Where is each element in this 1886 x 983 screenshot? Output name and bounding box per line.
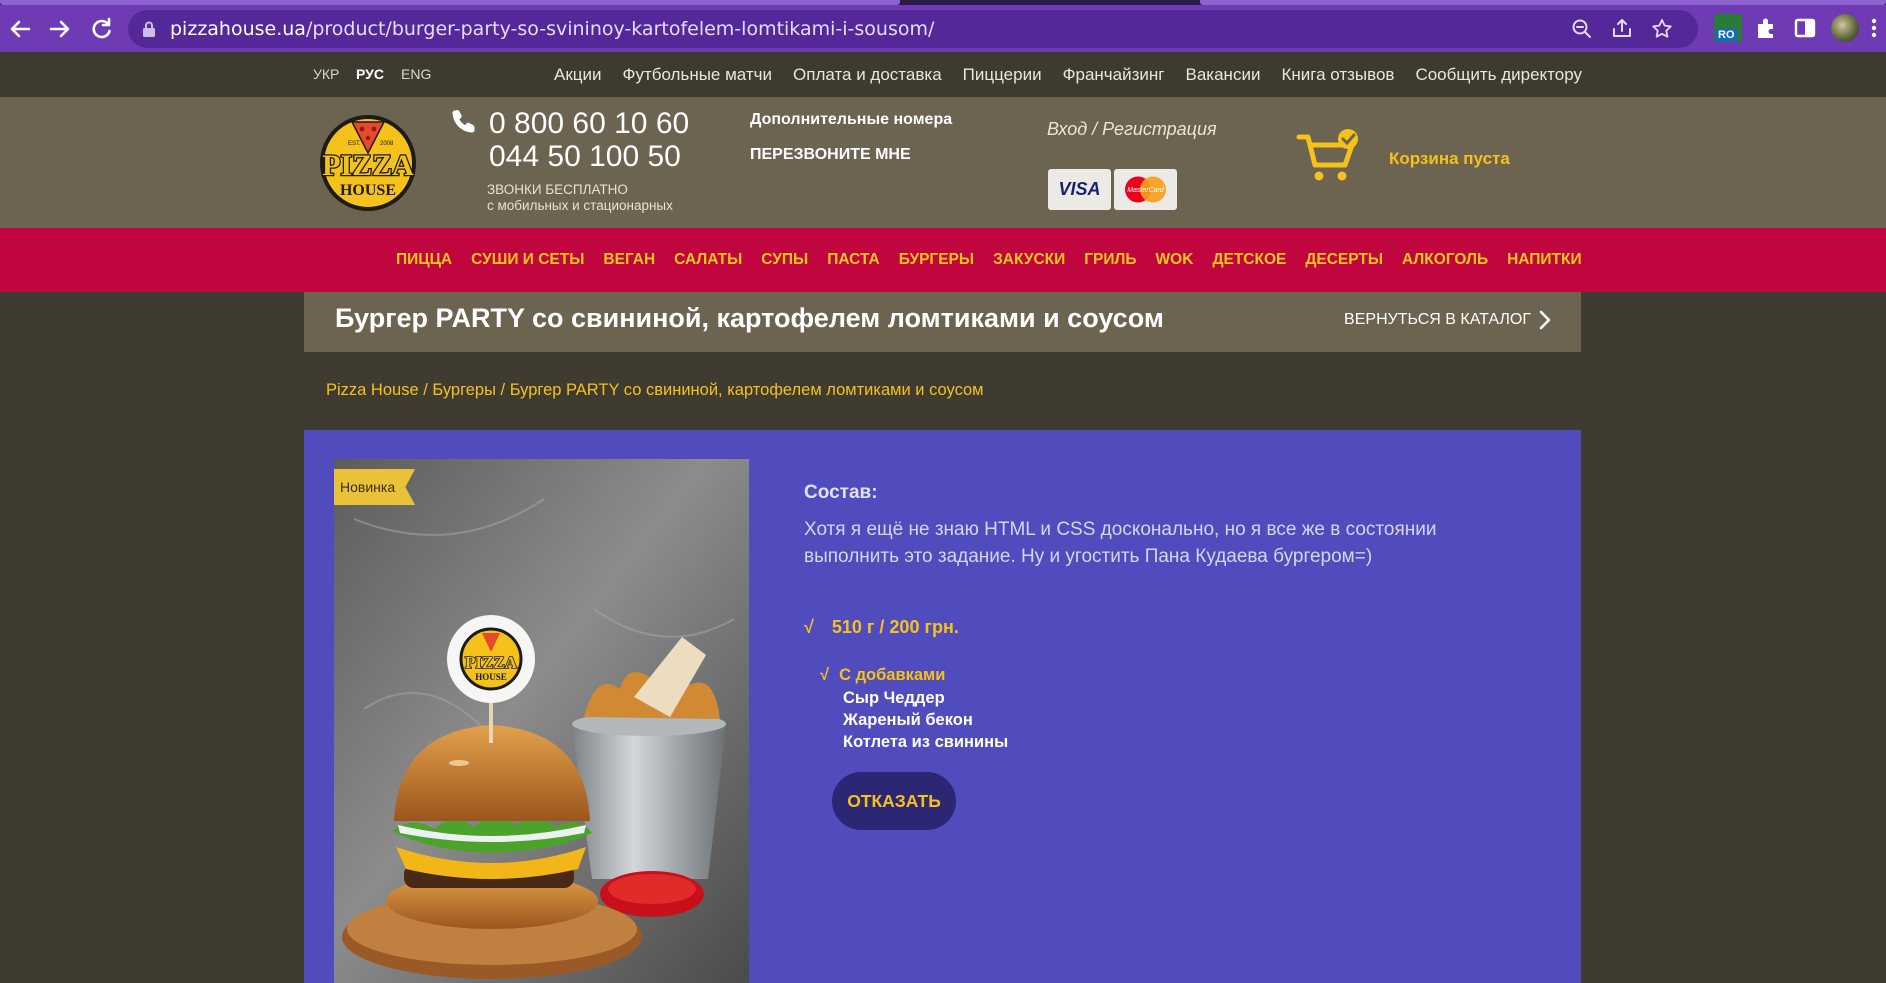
refuse-button[interactable]: ОТКАЗАТЬ — [832, 772, 956, 830]
product-description: Хотя я ещё не знаю HTML и CSS доскональн… — [804, 519, 1437, 567]
cart-icon[interactable] — [1296, 127, 1362, 185]
lang-ukr[interactable]: УКР — [313, 52, 339, 97]
svg-text:2008: 2008 — [380, 141, 394, 147]
top-utility-bar: УКР РУС ENG Акции Футбольные матчи Оплат… — [0, 52, 1886, 97]
cart-status[interactable]: Корзина пуста — [1389, 149, 1510, 169]
mastercard-icon: MasterCard — [1114, 169, 1177, 210]
site-header: EST. 2008 PIZZA HOUSE 0 800 60 10 60 044… — [0, 97, 1886, 228]
category-vegan[interactable]: ВЕГАН — [603, 228, 655, 292]
lang-rus[interactable]: РУС — [356, 52, 384, 97]
addons-title: С добавками — [839, 666, 946, 684]
phone-icon — [452, 110, 475, 133]
category-nav: ПИЦЦА СУШИ И СЕТЫ ВЕГАН САЛАТЫ СУПЫ ПАСТ… — [0, 228, 1886, 292]
new-badge: Новинка — [334, 469, 416, 505]
topnav-link-reviews[interactable]: Книга отзывов — [1281, 52, 1394, 97]
product-panel: PIZZA HOUSE Новинка Состав: Хотя я ещё н… — [304, 430, 1581, 983]
lang-eng[interactable]: ENG — [401, 52, 431, 97]
free-calls-note-sub: с мобильных и стационарных — [487, 198, 673, 213]
url-text[interactable]: pizzahouse.ua/product/burger-party-so-sv… — [170, 10, 934, 48]
svg-text:PIZZA: PIZZA — [465, 653, 518, 672]
svg-text:PIZZA: PIZZA — [322, 149, 414, 182]
category-grill[interactable]: ГРИЛЬ — [1084, 228, 1136, 292]
category-pasta[interactable]: ПАСТА — [827, 228, 879, 292]
back-arrow-icon[interactable] — [5, 14, 35, 44]
back-to-catalog-label[interactable]: ВЕРНУТЬСЯ В КАТАЛОГ — [1344, 292, 1531, 348]
category-desserts[interactable]: ДЕСЕРТЫ — [1305, 228, 1383, 292]
browser-toolbar: pizzahouse.ua/product/burger-party-so-sv… — [0, 0, 1886, 52]
lock-icon[interactable] — [142, 20, 156, 38]
category-sushi-sets[interactable]: СУШИ И СЕТЫ — [471, 228, 584, 292]
addon-item-cheddar[interactable]: Сыр Чеддер — [843, 689, 945, 708]
topnav-link-report-director[interactable]: Сообщить директору — [1415, 52, 1582, 97]
menu-dots-icon[interactable] — [1866, 14, 1882, 42]
chevron-right-icon[interactable] — [1539, 310, 1551, 330]
topnav-link-payment-delivery[interactable]: Оплата и доставка — [793, 52, 942, 97]
forward-arrow-icon[interactable] — [45, 14, 75, 44]
browser-tab[interactable] — [0, 0, 900, 5]
login-register-link[interactable]: Вход / Регистрация — [1047, 119, 1217, 140]
extra-numbers-link[interactable]: Дополнительные номера — [750, 111, 952, 129]
free-calls-note: ЗВОНКИ БЕСПЛАТНО — [487, 182, 628, 197]
topnav-link-promos[interactable]: Акции — [554, 52, 602, 97]
product-image: PIZZA HOUSE Новинка — [334, 459, 749, 983]
browser-tab-strip — [0, 0, 1886, 5]
topnav-link-franchise[interactable]: Франчайзинг — [1063, 52, 1165, 97]
topnav-link-vacancies[interactable]: Вакансии — [1186, 52, 1261, 97]
category-pizza[interactable]: ПИЦЦА — [396, 228, 452, 292]
breadcrumb[interactable]: Pizza House / Бургеры / Бургер PARTY со … — [326, 381, 984, 400]
category-burgers[interactable]: БУРГЕРЫ — [899, 228, 974, 292]
category-salads[interactable]: САЛАТЫ — [674, 228, 742, 292]
category-drinks[interactable]: НАПИТКИ — [1507, 228, 1582, 292]
top-nav: Акции Футбольные матчи Оплата и доставка… — [554, 52, 1582, 97]
browser-tab[interactable] — [1200, 0, 1886, 5]
side-panel-icon[interactable] — [1791, 14, 1819, 42]
svg-text:EST.: EST. — [348, 141, 361, 147]
topnav-link-pizzerias[interactable]: Пиццерии — [963, 52, 1042, 97]
category-wok[interactable]: WOK — [1156, 228, 1194, 292]
category-alcohol[interactable]: АЛКОГОЛЬ — [1402, 228, 1488, 292]
svg-text:HOUSE: HOUSE — [475, 672, 507, 682]
addon-item-bacon[interactable]: Жареный бекон — [843, 711, 973, 730]
share-icon[interactable] — [1610, 17, 1634, 41]
svg-text:MasterCard: MasterCard — [1127, 187, 1165, 194]
weight-price-value: 510 г / 200 грн. — [831, 617, 959, 637]
extension-ro-icon[interactable]: RO — [1714, 14, 1742, 42]
category-kids[interactable]: ДЕТСКОЕ — [1212, 228, 1286, 292]
phone-number-2[interactable]: 044 50 100 50 — [489, 140, 681, 174]
phone-number-1[interactable]: 0 800 60 10 60 — [489, 107, 689, 141]
bookmark-star-icon[interactable] — [1650, 17, 1674, 41]
composition-label: Состав: — [804, 482, 878, 503]
callback-link[interactable]: ПЕРЕЗВОНИТЕ МНЕ — [750, 146, 911, 164]
product-title-bar: Бургер PARTY со свининой, картофелем лом… — [304, 292, 1581, 352]
weight-check-icon: √ — [804, 617, 814, 637]
extensions-puzzle-icon[interactable] — [1752, 14, 1780, 42]
reload-icon[interactable] — [86, 14, 116, 44]
weight-price[interactable]: √ 510 г / 200 грн. — [804, 617, 959, 638]
topnav-link-football[interactable]: Футбольные матчи — [623, 52, 773, 97]
visa-card-icon: VISA — [1048, 169, 1111, 210]
pizza-house-logo[interactable]: EST. 2008 PIZZA HOUSE — [302, 113, 434, 213]
category-soups[interactable]: СУПЫ — [761, 228, 808, 292]
svg-text:HOUSE: HOUSE — [340, 182, 396, 199]
address-bar[interactable]: pizzahouse.ua/product/burger-party-so-sv… — [128, 10, 1698, 48]
zoom-icon[interactable] — [1570, 17, 1594, 41]
addons-check-icon: √ — [820, 666, 830, 684]
addon-item-pork-patty[interactable]: Котлета из свинины — [843, 733, 1008, 752]
page-title: Бургер PARTY со свининой, картофелем лом… — [335, 303, 1164, 333]
profile-avatar[interactable] — [1831, 14, 1859, 42]
addons-option[interactable]: √ С добавками — [820, 666, 945, 685]
category-snacks[interactable]: ЗАКУСКИ — [993, 228, 1065, 292]
back-to-catalog-link[interactable]: ВЕРНУТЬСЯ В КАТАЛОГ — [1344, 292, 1551, 348]
